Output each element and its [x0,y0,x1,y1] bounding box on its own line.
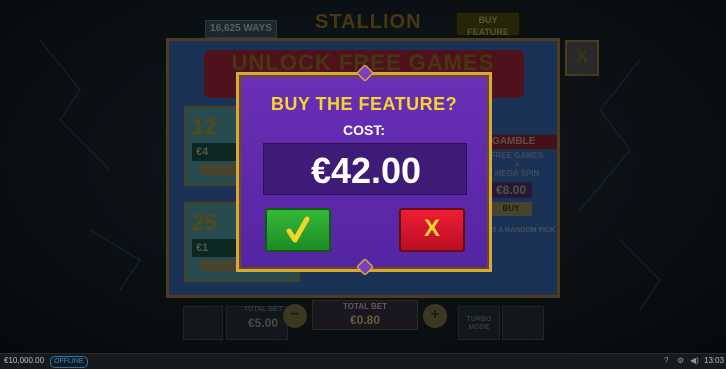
checkmark-icon [286,216,310,243]
buy-feature-dialog: BUY THE FEATURE? COST: €42.00 X [236,65,492,275]
feature-price: €42.00 [310,150,422,191]
confirm-button[interactable] [265,208,331,252]
cancel-x-label: X [423,215,440,242]
settings-icon[interactable]: ⚙ [677,356,684,365]
cost-label: COST: [343,122,385,138]
clock: 13:03 [704,356,725,365]
gem-icon-top [357,65,373,81]
gem-icon-bottom [357,259,373,275]
status-bar: €10,000.00 OFFLINE ? ⚙ ◀) 13:03 [0,353,726,369]
balance-display: €10,000.00 [4,356,45,365]
dialog-title: BUY THE FEATURE? [270,94,458,114]
mode-badge: OFFLINE [50,356,88,368]
price-box: €42.00 [263,143,467,195]
cancel-button[interactable]: X [399,208,465,252]
speaker-icon[interactable]: ◀) [690,356,699,365]
help-icon[interactable]: ? [664,356,668,365]
